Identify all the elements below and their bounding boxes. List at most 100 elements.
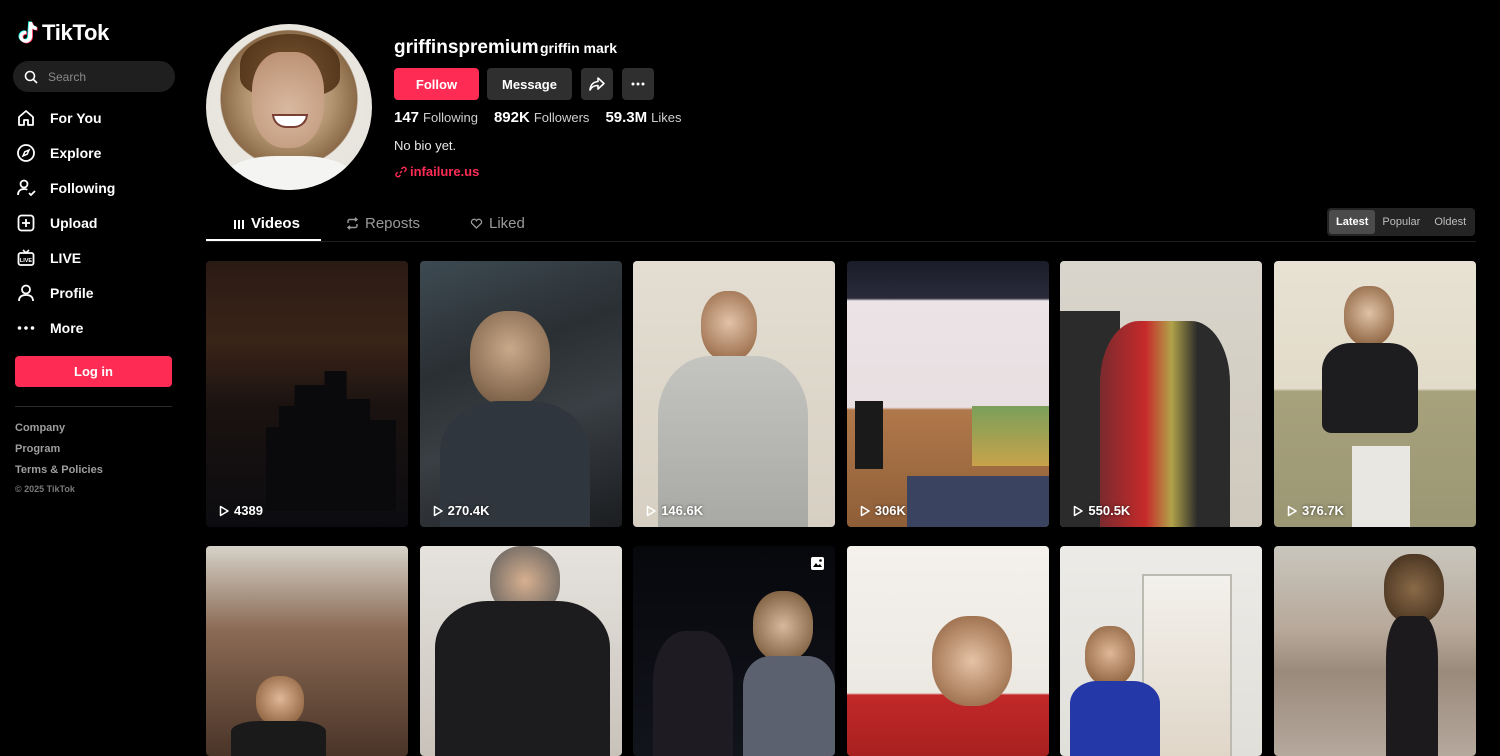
video-card[interactable]: 550.5K [1060,261,1263,527]
main-nav: For You Explore Following Upload LIVE LI… [16,100,181,345]
sort-segmented-control: Latest Popular Oldest [1327,208,1475,236]
stat-likes: 59.3M Likes [605,109,681,126]
view-count: 550.5K [1072,503,1130,518]
person-figure [256,676,304,726]
view-count-text: 376.7K [1302,503,1344,518]
nav-for-you[interactable]: For You [16,100,181,135]
jeans-figure [906,476,1049,527]
footer-link-terms[interactable]: Terms & Policies [15,462,103,483]
footer-links: Company Program Terms & Policies © 2025 … [15,420,103,494]
view-count: 4389 [218,503,263,518]
live-icon: LIVE [16,248,36,268]
tab-reposts[interactable]: Reposts [346,215,420,232]
search-icon [24,70,38,84]
city-skyline [266,371,396,511]
link-icon [395,166,407,177]
video-card[interactable]: 270.4K [419,261,622,527]
person-figure [753,591,814,661]
sort-oldest[interactable]: Oldest [1427,210,1473,234]
play-icon [433,505,443,516]
profile-link[interactable]: infailure.us [395,164,479,179]
footer-link-company[interactable]: Company [15,420,103,441]
stat-label: Likes [651,110,682,125]
video-card[interactable]: 376.7K [1274,261,1476,527]
person-figure [701,291,758,361]
nav-label: Explore [50,144,102,161]
profile-avatar[interactable] [206,24,372,190]
profile-stats: 147 Following 892K Followers 59.3M Likes [394,109,698,126]
profile-icon [16,283,36,303]
nav-more[interactable]: More [16,310,181,345]
search-bar[interactable] [13,61,175,92]
person-shirt [1322,343,1418,433]
stat-followers[interactable]: 892K Followers [494,109,589,126]
nav-following[interactable]: Following [16,170,181,205]
tab-liked[interactable]: Liked [470,215,525,232]
compass-icon [16,143,36,163]
video-card[interactable] [1060,546,1263,756]
follow-button[interactable]: Follow [394,68,479,100]
video-card[interactable]: 146.6K [633,261,836,527]
view-count: 376.7K [1286,503,1344,518]
video-card[interactable] [846,546,1049,756]
share-icon [589,77,605,91]
view-count-text: 4389 [234,503,263,518]
stat-label: Following [423,110,478,125]
tab-videos[interactable]: Videos [233,215,300,232]
view-count-text: 306K [874,503,906,518]
console-figure [854,401,883,469]
brand-name: TikTok [42,20,110,45]
stat-label: Followers [533,110,590,125]
person-hoodie [434,601,610,756]
more-options-button[interactable] [622,68,654,100]
login-button[interactable]: Log in [15,356,172,387]
nav-profile[interactable]: Profile [16,275,181,310]
person-figure [1384,554,1444,624]
person-suit [743,656,836,756]
ellipsis-icon [631,82,645,86]
person-figure [931,616,1012,706]
view-count: 306K [859,503,906,518]
person-shirt [231,721,326,756]
more-icon [16,318,36,338]
sort-popular[interactable]: Popular [1375,210,1427,234]
view-count: 146.6K [645,503,703,518]
video-card[interactable] [633,546,836,756]
stat-following[interactable]: 147 Following [394,109,478,126]
person-shirt [1386,616,1438,756]
search-input[interactable] [46,68,170,85]
play-icon [1074,505,1084,516]
nav-upload[interactable]: Upload [16,205,181,240]
nav-label: More [50,319,84,336]
home-icon [16,108,36,128]
sort-latest[interactable]: Latest [1329,210,1376,234]
svg-text:LIVE: LIVE [20,258,33,264]
video-card[interactable] [1274,546,1476,756]
stat-value: 892K [493,109,530,126]
video-card[interactable] [206,546,408,756]
message-button[interactable]: Message [487,68,572,100]
tab-label: Liked [489,215,525,232]
avatar-face [252,52,324,148]
nav-label: LIVE [50,249,82,266]
video-card[interactable]: 4389 [206,261,408,527]
tiktok-logo[interactable]: TikTok [18,20,109,46]
profile-bio: No bio yet. [394,138,457,153]
tab-label: Videos [251,215,300,232]
play-icon [1287,505,1297,516]
person-figure [1344,286,1394,346]
footer-link-program[interactable]: Program [15,441,103,462]
avatar-shirt [226,156,352,190]
nav-label: Upload [50,214,98,231]
share-button[interactable] [581,68,613,100]
view-count-text: 146.6K [661,503,704,518]
play-icon [219,505,229,516]
nav-explore[interactable]: Explore [16,135,181,170]
play-icon [646,505,656,516]
video-card[interactable] [419,546,622,756]
person-figure [1085,626,1136,686]
video-card[interactable]: 306K [846,261,1049,527]
stat-value: 59.3M [605,109,648,126]
sidebar: TikTok For You Explore Following [0,0,190,756]
nav-live[interactable]: LIVE LIVE [16,240,181,275]
